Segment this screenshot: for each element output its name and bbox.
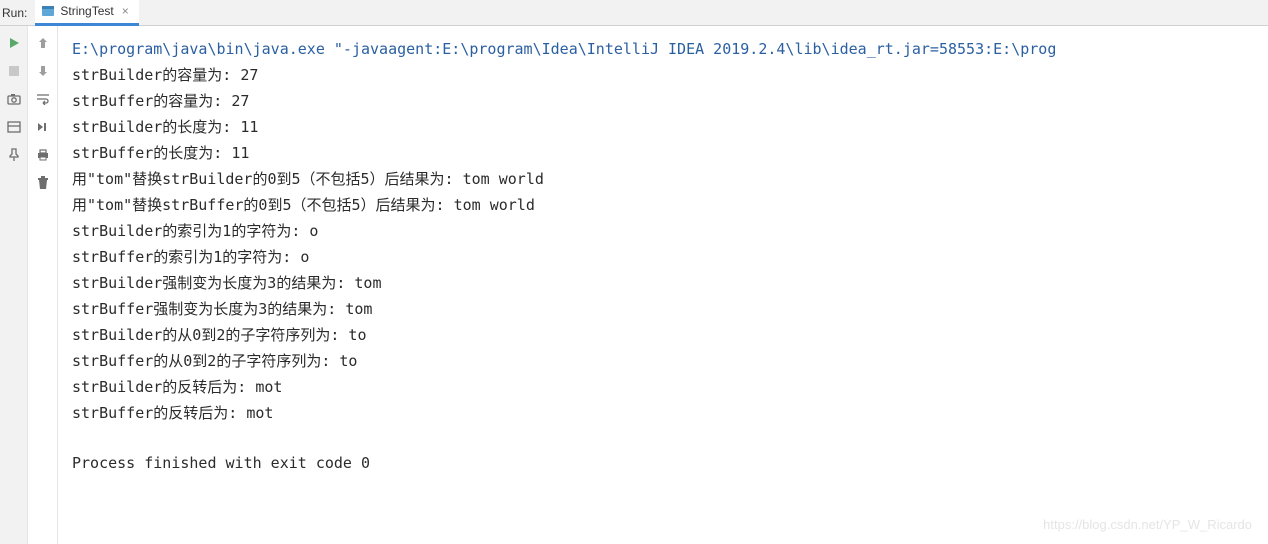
left-gutter-secondary [28, 26, 58, 544]
output-line: strBuffer的从0到2的子字符序列为: to [72, 348, 1268, 374]
output-line: 用"tom"替换strBuffer的0到5（不包括5）后结果为: tom wor… [72, 192, 1268, 218]
output-line: strBuilder的索引为1的字符为: o [72, 218, 1268, 244]
pin-icon[interactable] [5, 146, 23, 164]
output-line: strBuilder的从0到2的子字符序列为: to [72, 322, 1268, 348]
command-line: E:\program\java\bin\java.exe "-javaagent… [72, 36, 1268, 62]
output-line: strBuffer强制变为长度为3的结果为: tom [72, 296, 1268, 322]
run-config-tab[interactable]: StringTest × [35, 0, 138, 26]
rerun-icon[interactable] [5, 34, 23, 52]
down-icon[interactable] [34, 62, 52, 80]
output-line: strBuffer的长度为: 11 [72, 140, 1268, 166]
process-finished: Process finished with exit code 0 [72, 450, 1268, 476]
stop-icon[interactable] [5, 62, 23, 80]
run-tool-window-header: Run: StringTest × [0, 0, 1268, 26]
output-line: strBuilder的长度为: 11 [72, 114, 1268, 140]
tool-window-body: E:\program\java\bin\java.exe "-javaagent… [0, 26, 1268, 544]
watermark: https://blog.csdn.net/YP_W_Ricardo [1043, 512, 1252, 538]
up-icon[interactable] [34, 34, 52, 52]
output-line: strBuffer的反转后为: mot [72, 400, 1268, 426]
application-icon [41, 4, 55, 18]
output-line: strBuilder的容量为: 27 [72, 62, 1268, 88]
trash-icon[interactable] [34, 174, 52, 192]
console-output[interactable]: E:\program\java\bin\java.exe "-javaagent… [58, 26, 1268, 544]
left-gutter-primary [0, 26, 28, 544]
close-icon[interactable]: × [122, 4, 129, 18]
scroll-to-end-icon[interactable] [34, 118, 52, 136]
print-icon[interactable] [34, 146, 52, 164]
output-line: strBuilder强制变为长度为3的结果为: tom [72, 270, 1268, 296]
run-label: Run: [0, 6, 35, 20]
output-line: strBuffer的索引为1的字符为: o [72, 244, 1268, 270]
output-line: strBuffer的容量为: 27 [72, 88, 1268, 114]
soft-wrap-icon[interactable] [34, 90, 52, 108]
output-line: strBuilder的反转后为: mot [72, 374, 1268, 400]
camera-icon[interactable] [5, 90, 23, 108]
layout-icon[interactable] [5, 118, 23, 136]
output-line: 用"tom"替换strBuilder的0到5（不包括5）后结果为: tom wo… [72, 166, 1268, 192]
tab-label: StringTest [60, 4, 113, 18]
